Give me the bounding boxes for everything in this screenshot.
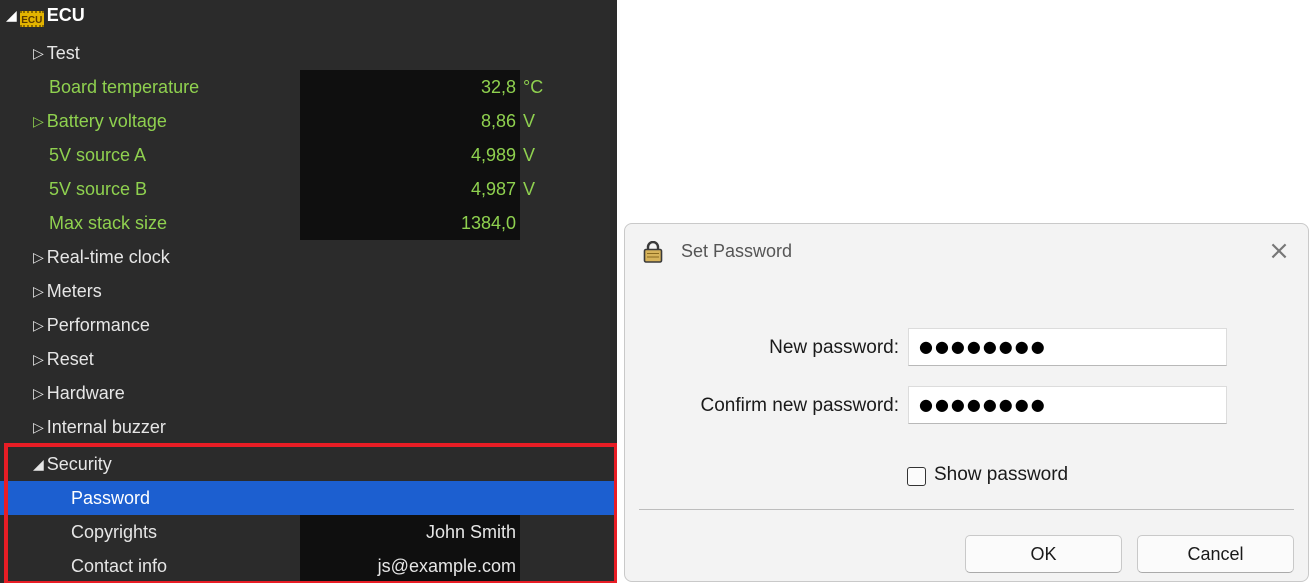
tree-item-label: Contact info — [71, 556, 168, 576]
group-name: ▷ Reset — [33, 342, 94, 376]
tree-node-security[interactable]: ◢ Security — [0, 447, 617, 481]
tree-node-ecu[interactable]: ◢ ECU ECU — [0, 0, 617, 32]
close-icon: × — [1268, 236, 1290, 266]
measurement-value: 4,989 — [470, 145, 516, 165]
measurement-label: Board temperature — [49, 77, 200, 97]
dialog-separator — [639, 509, 1294, 510]
measurement-name: Board temperature — [49, 70, 199, 104]
measurement-label: Battery voltage — [46, 111, 167, 131]
set-password-dialog: Set Password × New password: ●●●●●●●● Co… — [624, 223, 1309, 582]
measurement-value: 1384,0 — [460, 213, 516, 233]
measurement-value-cell[interactable]: 4,987 — [300, 172, 520, 206]
measurement-label: 5V source B — [49, 179, 148, 199]
tree-node-label: Real-time clock — [46, 247, 170, 267]
tree-node-label: Internal buzzer — [46, 417, 166, 437]
tree-node-label: Test — [46, 43, 80, 63]
measurement-value-cell[interactable]: 8,86 — [300, 104, 520, 138]
measurement-label: 5V source A — [49, 145, 147, 165]
measurement-value-cell[interactable]: 4,989 — [300, 138, 520, 172]
measurement-unit: V — [523, 179, 536, 199]
measurement-value: 32,8 — [480, 77, 516, 97]
measurement-unit: V — [523, 111, 536, 131]
tree-node-test[interactable]: ▷ Test — [0, 36, 617, 70]
measurement-row[interactable]: Max stack size 1384,0 — [0, 206, 617, 240]
measurement-label: Max stack size — [49, 213, 168, 233]
tree-item-label: Password — [71, 488, 151, 508]
show-password-checkbox[interactable] — [907, 467, 926, 486]
new-password-field[interactable]: ●●●●●●●● — [908, 328, 1227, 366]
dialog-titlebar[interactable]: Set Password × — [625, 224, 1308, 280]
tree-item-label: Copyrights — [71, 522, 158, 542]
tree-node-label: Meters — [46, 281, 102, 301]
measurement-name: 5V source A — [49, 138, 146, 172]
measurement-row[interactable]: ▷ Battery voltage 8,86 V — [0, 104, 617, 138]
measurement-row[interactable]: 5V source A 4,989 V — [0, 138, 617, 172]
collapsed-triangle-icon: ▷ — [33, 419, 44, 435]
group-name: ▷ Performance — [33, 308, 150, 342]
confirm-password-label: Confirm new password: — [700, 395, 899, 416]
tree-item-copyrights[interactable]: Copyrights John Smith — [0, 515, 617, 549]
lock-icon — [643, 241, 663, 263]
tree-item-value-cell[interactable]: js@example.com — [300, 549, 520, 583]
tree-node-group[interactable]: ▷ Real-time clock — [0, 240, 617, 274]
expanded-triangle-icon: ◢ — [6, 7, 17, 23]
collapsed-triangle-icon: ▷ — [33, 249, 44, 265]
tree-node-group[interactable]: ▷ Internal buzzer — [0, 410, 617, 444]
tree-node-label: Performance — [46, 315, 150, 335]
ecu-chip-icon: ECU — [19, 11, 44, 27]
collapsed-triangle-icon: ▷ — [33, 45, 44, 61]
confirm-password-field[interactable]: ●●●●●●●● — [908, 386, 1227, 424]
tree-item-contact-info[interactable]: Contact info js@example.com — [0, 549, 617, 583]
measurement-name: ▷ Battery voltage — [33, 104, 167, 138]
expanded-triangle-icon: ◢ — [33, 456, 44, 472]
measurement-value-cell[interactable]: 32,8 — [300, 70, 520, 104]
collapsed-triangle-icon: ▷ — [33, 283, 44, 299]
measurement-value: 4,987 — [470, 179, 516, 199]
tree-item-password[interactable]: Password — [0, 481, 617, 515]
collapsed-triangle-icon: ▷ — [33, 317, 44, 333]
tree-item-value-cell[interactable]: John Smith — [300, 515, 520, 549]
measurement-row[interactable]: Board temperature 32,8 °C — [0, 70, 617, 104]
tree-node-group[interactable]: ▷ Meters — [0, 274, 617, 308]
close-button[interactable]: × — [1264, 236, 1294, 266]
show-password-label[interactable]: Show password — [934, 464, 1068, 486]
new-password-label: New password: — [769, 337, 899, 358]
measurement-name: 5V source B — [49, 172, 147, 206]
tree-node-group[interactable]: ▷ Performance — [0, 308, 617, 342]
measurement-value: 8,86 — [480, 111, 516, 131]
measurement-unit: °C — [523, 77, 544, 97]
group-name: ▷ Meters — [33, 274, 102, 308]
tree-node-label: Security — [46, 454, 112, 474]
cancel-button[interactable]: Cancel — [1137, 535, 1294, 573]
ecu-tree-panel: ◢ ECU ECU ▷ Test Board temperature 32,8 °C ▷ Ba… — [0, 0, 617, 583]
collapsed-triangle-icon: ▷ — [33, 113, 44, 129]
measurement-name: Max stack size — [49, 206, 167, 240]
tree-node-group[interactable]: ▷ Reset — [0, 342, 617, 376]
tree-node-label: Reset — [46, 349, 94, 369]
group-name: ▷ Internal buzzer — [33, 410, 166, 444]
collapsed-triangle-icon: ▷ — [33, 385, 44, 401]
tree-node-group[interactable]: ▷ Hardware — [0, 376, 617, 410]
measurement-unit: V — [523, 145, 536, 165]
ok-button[interactable]: OK — [965, 535, 1122, 573]
measurement-value-cell[interactable]: 1384,0 — [300, 206, 520, 240]
group-name: ▷ Real-time clock — [33, 240, 170, 274]
group-name: ▷ Hardware — [33, 376, 125, 410]
tree-item-value: John Smith — [425, 522, 516, 542]
tree-item-value: js@example.com — [377, 556, 516, 576]
dialog-title: Set Password — [681, 241, 793, 261]
tree-node-label: ECU — [46, 5, 85, 25]
measurement-row[interactable]: 5V source B 4,987 V — [0, 172, 617, 206]
collapsed-triangle-icon: ▷ — [33, 351, 44, 367]
tree-node-label: Hardware — [46, 383, 125, 403]
